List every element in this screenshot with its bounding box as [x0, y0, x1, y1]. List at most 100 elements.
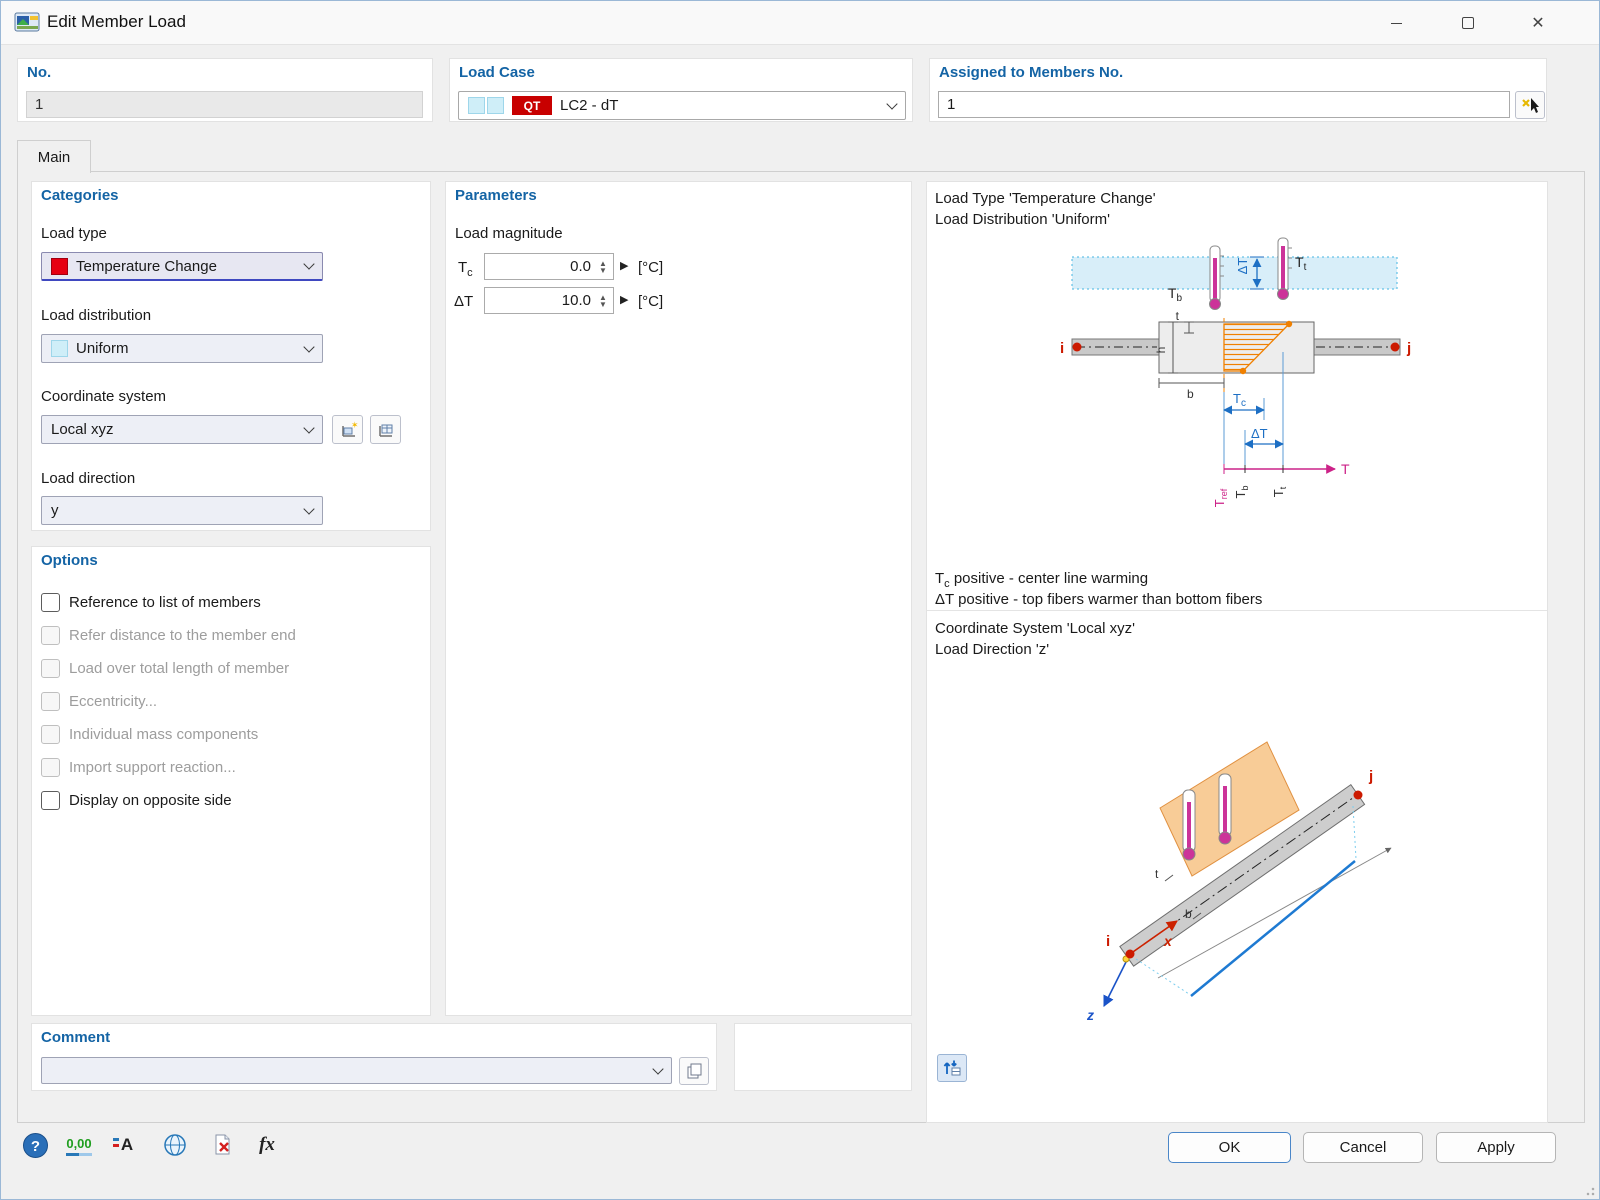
swap-arrows-icon [942, 1058, 962, 1078]
spin-down-icon[interactable]: ▼ [599, 267, 607, 274]
node-i-dot [1073, 343, 1082, 352]
load-type-label: Load type [41, 225, 107, 242]
maximize-icon [1462, 17, 1474, 29]
edit-member-load-dialog: Edit Member Load ✕ No. Load Case QT LC2 … [0, 0, 1600, 1200]
tab-main-label: Main [38, 149, 71, 166]
tc-detail-arrow-button[interactable]: ▶ [620, 259, 628, 272]
dim-b-label: b [1185, 907, 1192, 921]
svg-text:✶: ✶ [351, 420, 358, 430]
parameters-title: Parameters [455, 187, 537, 204]
window-title: Edit Member Load [47, 12, 186, 32]
node-j-label: j [1368, 768, 1373, 785]
display-properties-button[interactable]: A [111, 1129, 143, 1161]
dim-t-label: t [1155, 867, 1159, 881]
load-case-value: LC2 - dT [560, 97, 618, 114]
load-distribution-label: Load distribution [41, 307, 151, 324]
preview-tc-note: Tc positive - center line warming [935, 570, 1148, 590]
categories-title: Categories [41, 187, 119, 204]
options-title: Options [41, 552, 98, 569]
checkbox [41, 626, 60, 645]
comment-combobox[interactable] [41, 1057, 672, 1084]
preview-diagram-section: ΔT Tt Tb i j t [927, 232, 1549, 562]
chevron-down-icon [886, 98, 897, 109]
spin-down-icon[interactable]: ▼ [599, 301, 607, 308]
load-case-label: Load Case [459, 64, 535, 81]
cancel-button[interactable]: Cancel [1303, 1132, 1423, 1163]
option-label: Eccentricity... [69, 693, 157, 710]
checkbox[interactable] [41, 593, 60, 612]
load-direction-label: Load direction [41, 470, 135, 487]
tc-spinbox[interactable]: 0.0 ▲▼ [484, 253, 614, 280]
option-label: Load over total length of member [69, 660, 289, 677]
dt-band-label: ΔT [1235, 258, 1250, 275]
preview-load-type-line: Load Type 'Temperature Change' [935, 190, 1156, 207]
preview-coordinate-line: Coordinate System 'Local xyz' [935, 620, 1135, 637]
comment-copy-button[interactable] [679, 1057, 709, 1085]
formula-button[interactable]: fx [251, 1129, 283, 1161]
chevron-down-icon [303, 422, 314, 433]
pick-members-button[interactable] [1515, 91, 1545, 119]
edit-coordinate-systems-icon [376, 420, 396, 440]
checkbox [41, 692, 60, 711]
new-coordinate-system-button[interactable]: ✶ [332, 415, 363, 444]
load-case-group: Load Case QT LC2 - dT [449, 58, 913, 122]
checkbox [41, 758, 60, 777]
ok-label: OK [1219, 1139, 1241, 1156]
resize-grip[interactable] [1586, 1186, 1596, 1196]
chevron-down-icon [303, 341, 314, 352]
load-magnitude-label: Load magnitude [455, 225, 563, 242]
fx-icon: fx [259, 1134, 275, 1156]
swap-view-button[interactable] [937, 1054, 967, 1082]
app-icon [14, 10, 41, 34]
checkbox[interactable] [41, 791, 60, 810]
load-distribution-select[interactable]: Uniform [41, 334, 323, 363]
load-case-color-swatch [468, 97, 485, 114]
rendering-button[interactable] [159, 1129, 191, 1161]
no-label: No. [27, 64, 51, 81]
ok-button[interactable]: OK [1168, 1132, 1291, 1163]
tab-main[interactable]: Main [17, 140, 91, 173]
delete-load-button[interactable] [207, 1129, 239, 1161]
load-type-color-swatch [51, 258, 68, 275]
axis-z-label: z [1086, 1007, 1094, 1023]
dim-b-label: b [1187, 387, 1194, 401]
preview-direction-line: Load Direction 'z' [935, 641, 1049, 658]
dim-t-label: t [1176, 309, 1180, 323]
tt-axis-label: Tt [1271, 486, 1288, 497]
load-direction-select[interactable]: y [41, 496, 323, 525]
load-distribution-value: Uniform [76, 340, 129, 357]
display-properties-icon: A [121, 1135, 133, 1155]
parameters-group: Parameters Load magnitude Tc 0.0 ▲▼ ▶ [°… [445, 181, 912, 1016]
close-button[interactable]: ✕ [1515, 6, 1561, 40]
load-direction-value: y [51, 502, 59, 519]
dt-dim-label: ΔT [1251, 426, 1268, 441]
node-i-label: i [1106, 933, 1110, 950]
help-button[interactable]: ? [19, 1129, 51, 1161]
edit-coordinate-systems-button[interactable] [370, 415, 401, 444]
option-reference-to-list: Reference to list of members [41, 589, 421, 615]
minimize-button[interactable] [1373, 6, 1419, 40]
options-group: Options Reference to list of members Ref… [31, 546, 431, 1016]
dt-spinner[interactable]: ▲▼ [594, 289, 612, 312]
dt-spinbox[interactable]: 10.0 ▲▼ [484, 287, 614, 314]
coordinate-system-select[interactable]: Local xyz [41, 415, 323, 444]
assigned-members-input[interactable] [938, 91, 1510, 118]
load-type-select[interactable]: Temperature Change [41, 252, 323, 281]
preview-divider [927, 610, 1547, 611]
option-display-opposite-side: Display on opposite side [41, 787, 421, 813]
apply-button[interactable]: Apply [1436, 1132, 1556, 1163]
units-settings-button[interactable]: 0,00 [63, 1129, 95, 1161]
option-load-over-total-length: Load over total length of member [41, 655, 421, 681]
dt-detail-arrow-button[interactable]: ▶ [620, 293, 628, 306]
comment-title: Comment [41, 1029, 110, 1046]
option-label: Display on opposite side [69, 792, 232, 809]
thermometer-icon [1219, 774, 1231, 844]
no-input[interactable] [26, 91, 423, 118]
tc-spinner[interactable]: ▲▼ [594, 255, 612, 278]
option-individual-mass: Individual mass components [41, 721, 421, 747]
new-coordinate-system-icon: ✶ [338, 420, 358, 440]
node-j-dot [1391, 343, 1400, 352]
load-case-select[interactable]: QT LC2 - dT [458, 91, 906, 120]
maximize-button[interactable] [1445, 6, 1491, 40]
copy-icon [685, 1062, 703, 1080]
